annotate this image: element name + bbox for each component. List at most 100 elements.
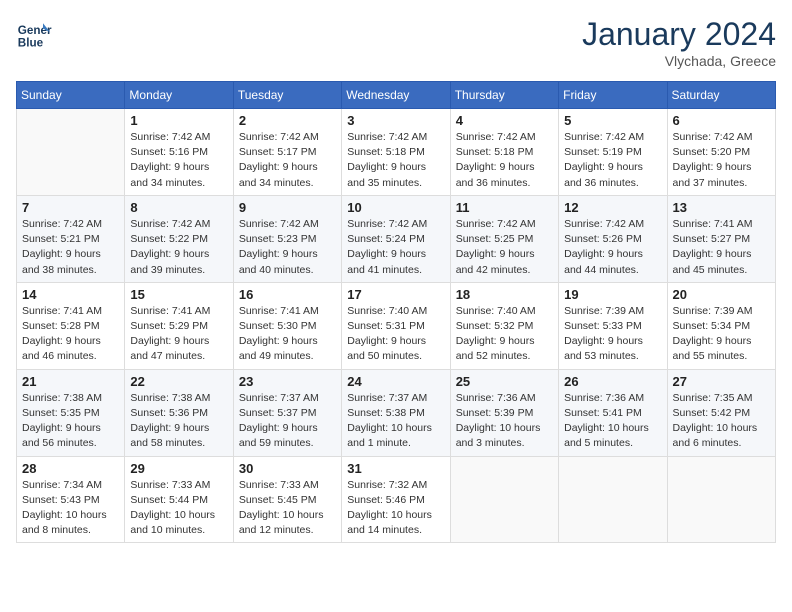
day-info: Sunrise: 7:38 AMSunset: 5:36 PMDaylight:… — [130, 391, 227, 452]
calendar-cell: 4 Sunrise: 7:42 AMSunset: 5:18 PMDaylight… — [450, 109, 558, 196]
day-info: Sunrise: 7:42 AMSunset: 5:18 PMDaylight:… — [456, 130, 553, 191]
day-number: 19 — [564, 287, 661, 302]
logo: General Blue — [16, 16, 52, 52]
day-info: Sunrise: 7:42 AMSunset: 5:16 PMDaylight:… — [130, 130, 227, 191]
calendar-cell: 26 Sunrise: 7:36 AMSunset: 5:41 PMDayligh… — [559, 369, 667, 456]
calendar-cell: 3 Sunrise: 7:42 AMSunset: 5:18 PMDaylight… — [342, 109, 450, 196]
day-number: 3 — [347, 113, 444, 128]
weekday-friday: Friday — [559, 82, 667, 109]
day-info: Sunrise: 7:40 AMSunset: 5:32 PMDaylight:… — [456, 304, 553, 365]
day-number: 22 — [130, 374, 227, 389]
day-number: 21 — [22, 374, 119, 389]
month-title: January 2024 — [582, 16, 776, 53]
day-info: Sunrise: 7:42 AMSunset: 5:23 PMDaylight:… — [239, 217, 336, 278]
day-number: 10 — [347, 200, 444, 215]
calendar-cell: 15 Sunrise: 7:41 AMSunset: 5:29 PMDayligh… — [125, 282, 233, 369]
day-number: 1 — [130, 113, 227, 128]
calendar-week-1: 7 Sunrise: 7:42 AMSunset: 5:21 PMDaylight… — [17, 195, 776, 282]
day-number: 29 — [130, 461, 227, 476]
day-info: Sunrise: 7:36 AMSunset: 5:41 PMDaylight:… — [564, 391, 661, 452]
calendar-cell: 31 Sunrise: 7:32 AMSunset: 5:46 PMDayligh… — [342, 456, 450, 543]
calendar-cell — [17, 109, 125, 196]
calendar-body: 1 Sunrise: 7:42 AMSunset: 5:16 PMDaylight… — [17, 109, 776, 543]
day-number: 7 — [22, 200, 119, 215]
day-info: Sunrise: 7:42 AMSunset: 5:21 PMDaylight:… — [22, 217, 119, 278]
day-info: Sunrise: 7:35 AMSunset: 5:42 PMDaylight:… — [673, 391, 770, 452]
day-number: 27 — [673, 374, 770, 389]
day-info: Sunrise: 7:42 AMSunset: 5:17 PMDaylight:… — [239, 130, 336, 191]
day-info: Sunrise: 7:39 AMSunset: 5:33 PMDaylight:… — [564, 304, 661, 365]
day-info: Sunrise: 7:42 AMSunset: 5:18 PMDaylight:… — [347, 130, 444, 191]
day-info: Sunrise: 7:34 AMSunset: 5:43 PMDaylight:… — [22, 478, 119, 539]
calendar-week-2: 14 Sunrise: 7:41 AMSunset: 5:28 PMDayligh… — [17, 282, 776, 369]
logo-icon: General Blue — [16, 16, 52, 52]
day-info: Sunrise: 7:42 AMSunset: 5:22 PMDaylight:… — [130, 217, 227, 278]
calendar-cell: 18 Sunrise: 7:40 AMSunset: 5:32 PMDayligh… — [450, 282, 558, 369]
day-info: Sunrise: 7:42 AMSunset: 5:26 PMDaylight:… — [564, 217, 661, 278]
day-info: Sunrise: 7:38 AMSunset: 5:35 PMDaylight:… — [22, 391, 119, 452]
calendar-week-3: 21 Sunrise: 7:38 AMSunset: 5:35 PMDayligh… — [17, 369, 776, 456]
calendar-cell: 12 Sunrise: 7:42 AMSunset: 5:26 PMDayligh… — [559, 195, 667, 282]
weekday-thursday: Thursday — [450, 82, 558, 109]
day-info: Sunrise: 7:32 AMSunset: 5:46 PMDaylight:… — [347, 478, 444, 539]
day-number: 9 — [239, 200, 336, 215]
calendar-week-4: 28Sunrise: 7:34 AMSunset: 5:43 PMDayligh… — [17, 456, 776, 543]
calendar-cell: 16 Sunrise: 7:41 AMSunset: 5:30 PMDayligh… — [233, 282, 341, 369]
calendar-cell: 30 Sunrise: 7:33 AMSunset: 5:45 PMDayligh… — [233, 456, 341, 543]
day-number: 26 — [564, 374, 661, 389]
day-number: 16 — [239, 287, 336, 302]
calendar-cell: 29Sunrise: 7:33 AMSunset: 5:44 PMDayligh… — [125, 456, 233, 543]
calendar-cell — [559, 456, 667, 543]
calendar-cell: 5 Sunrise: 7:42 AMSunset: 5:19 PMDaylight… — [559, 109, 667, 196]
day-number: 8 — [130, 200, 227, 215]
day-number: 24 — [347, 374, 444, 389]
day-number: 15 — [130, 287, 227, 302]
calendar-header: SundayMondayTuesdayWednesdayThursdayFrid… — [17, 82, 776, 109]
title-section: January 2024 Vlychada, Greece — [582, 16, 776, 69]
day-number: 12 — [564, 200, 661, 215]
calendar-cell: 24 Sunrise: 7:37 AMSunset: 5:38 PMDayligh… — [342, 369, 450, 456]
calendar-cell: 11 Sunrise: 7:42 AMSunset: 5:25 PMDayligh… — [450, 195, 558, 282]
day-info: Sunrise: 7:33 AMSunset: 5:45 PMDaylight:… — [239, 478, 336, 539]
weekday-wednesday: Wednesday — [342, 82, 450, 109]
day-number: 13 — [673, 200, 770, 215]
calendar-cell: 7 Sunrise: 7:42 AMSunset: 5:21 PMDaylight… — [17, 195, 125, 282]
calendar-cell: 21 Sunrise: 7:38 AMSunset: 5:35 PMDayligh… — [17, 369, 125, 456]
weekday-tuesday: Tuesday — [233, 82, 341, 109]
day-number: 14 — [22, 287, 119, 302]
day-number: 31 — [347, 461, 444, 476]
day-info: Sunrise: 7:39 AMSunset: 5:34 PMDaylight:… — [673, 304, 770, 365]
day-number: 5 — [564, 113, 661, 128]
day-info: Sunrise: 7:40 AMSunset: 5:31 PMDaylight:… — [347, 304, 444, 365]
day-info: Sunrise: 7:37 AMSunset: 5:38 PMDaylight:… — [347, 391, 444, 452]
day-info: Sunrise: 7:37 AMSunset: 5:37 PMDaylight:… — [239, 391, 336, 452]
weekday-sunday: Sunday — [17, 82, 125, 109]
day-number: 17 — [347, 287, 444, 302]
day-info: Sunrise: 7:42 AMSunset: 5:25 PMDaylight:… — [456, 217, 553, 278]
day-number: 18 — [456, 287, 553, 302]
day-number: 23 — [239, 374, 336, 389]
weekday-saturday: Saturday — [667, 82, 775, 109]
day-info: Sunrise: 7:36 AMSunset: 5:39 PMDaylight:… — [456, 391, 553, 452]
calendar-cell: 25Sunrise: 7:36 AMSunset: 5:39 PMDayligh… — [450, 369, 558, 456]
day-info: Sunrise: 7:41 AMSunset: 5:29 PMDaylight:… — [130, 304, 227, 365]
calendar-cell: 19 Sunrise: 7:39 AMSunset: 5:33 PMDayligh… — [559, 282, 667, 369]
day-number: 4 — [456, 113, 553, 128]
calendar-cell: 23 Sunrise: 7:37 AMSunset: 5:37 PMDayligh… — [233, 369, 341, 456]
calendar-cell: 6Sunrise: 7:42 AMSunset: 5:20 PMDaylight… — [667, 109, 775, 196]
location: Vlychada, Greece — [582, 53, 776, 69]
day-number: 30 — [239, 461, 336, 476]
calendar-cell: 10 Sunrise: 7:42 AMSunset: 5:24 PMDayligh… — [342, 195, 450, 282]
page-header: General Blue January 2024 Vlychada, Gree… — [16, 16, 776, 69]
day-number: 11 — [456, 200, 553, 215]
calendar-week-0: 1 Sunrise: 7:42 AMSunset: 5:16 PMDaylight… — [17, 109, 776, 196]
day-info: Sunrise: 7:41 AMSunset: 5:28 PMDaylight:… — [22, 304, 119, 365]
day-number: 20 — [673, 287, 770, 302]
day-info: Sunrise: 7:42 AMSunset: 5:24 PMDaylight:… — [347, 217, 444, 278]
day-info: Sunrise: 7:41 AMSunset: 5:30 PMDaylight:… — [239, 304, 336, 365]
calendar-cell — [667, 456, 775, 543]
day-info: Sunrise: 7:41 AMSunset: 5:27 PMDaylight:… — [673, 217, 770, 278]
calendar-cell: 28Sunrise: 7:34 AMSunset: 5:43 PMDayligh… — [17, 456, 125, 543]
calendar-cell: 8 Sunrise: 7:42 AMSunset: 5:22 PMDaylight… — [125, 195, 233, 282]
day-info: Sunrise: 7:42 AMSunset: 5:19 PMDaylight:… — [564, 130, 661, 191]
